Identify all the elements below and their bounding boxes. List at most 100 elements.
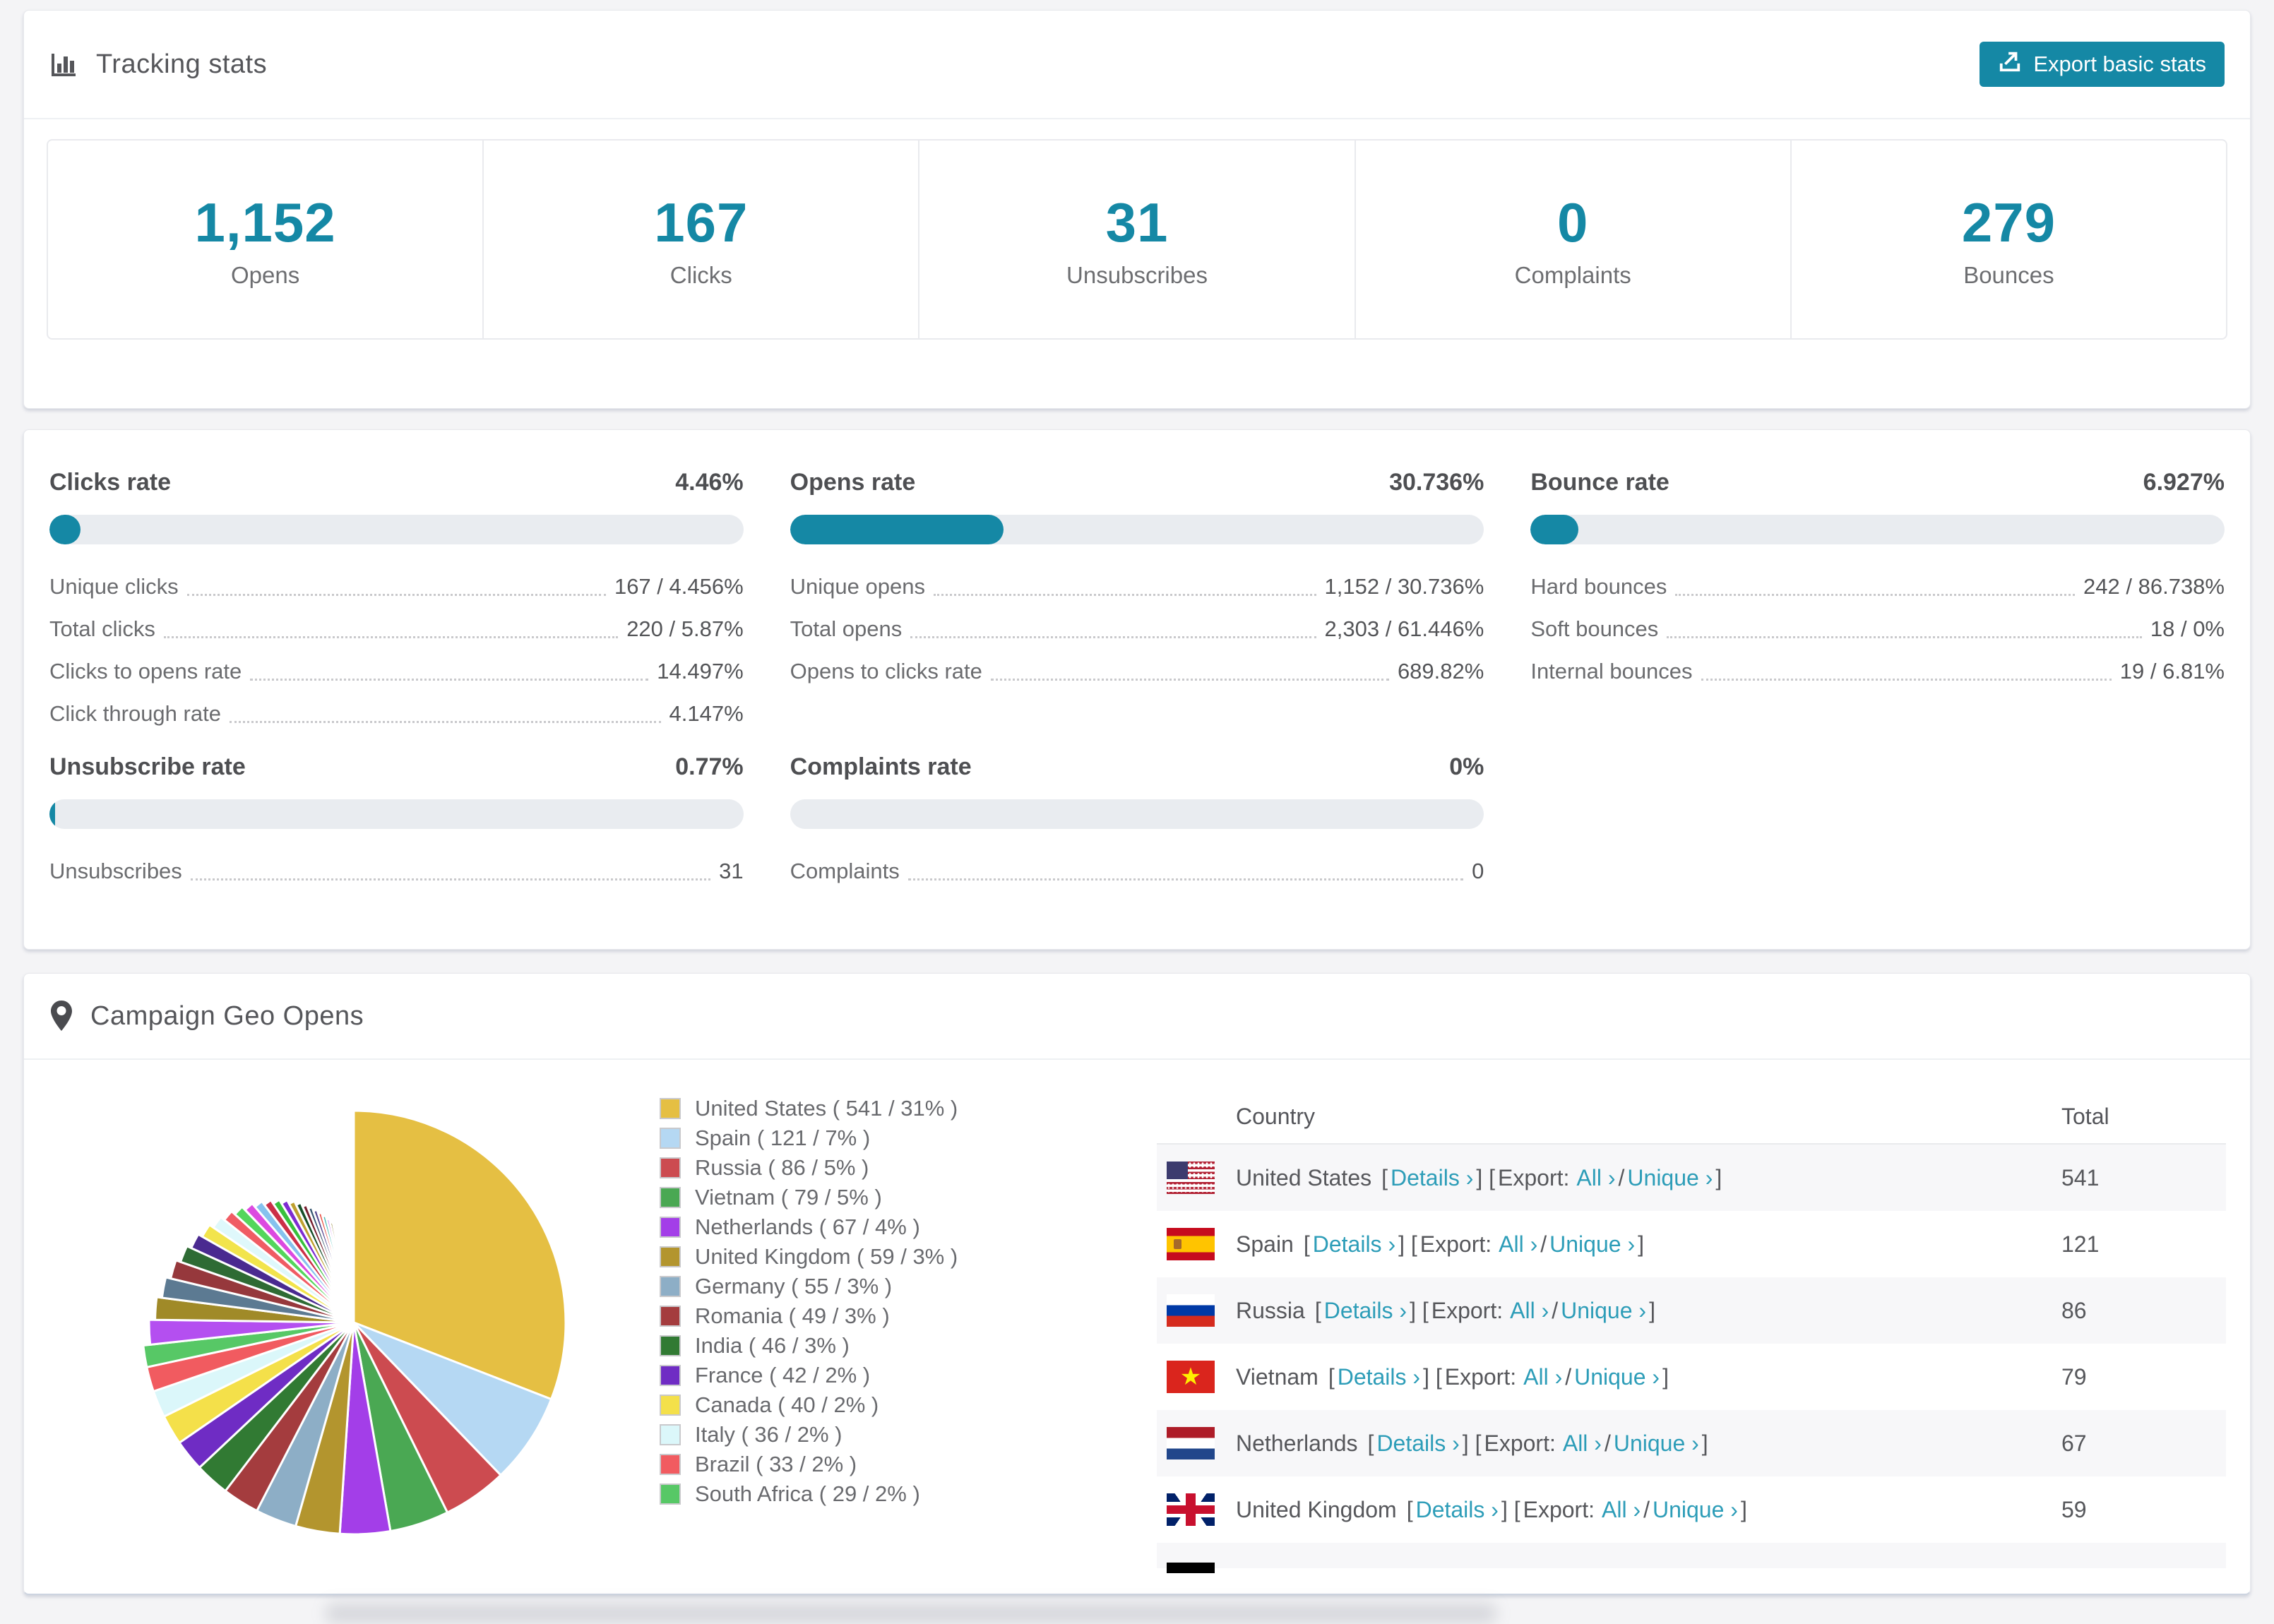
bracket: ] [: [1398, 1231, 1417, 1258]
legend-item[interactable]: India ( 46 / 3% ): [660, 1331, 1112, 1361]
stat-row-value: 2,303 / 61.446%: [1325, 616, 1484, 642]
opens-rate-value: 30.736%: [1389, 469, 1484, 496]
legend-label: Brazil ( 33 / 2% ): [695, 1452, 857, 1477]
stat-row-value: 1,152 / 30.736%: [1325, 574, 1484, 599]
export-unique-link[interactable]: Unique ›: [1614, 1431, 1699, 1457]
legend-swatch: [660, 1157, 681, 1178]
bracket: ]: [1741, 1497, 1747, 1523]
tracking-stats-card: Tracking stats Export basic stats 1,152 …: [23, 10, 2251, 409]
export-all-link[interactable]: All ›: [1563, 1431, 1602, 1457]
country-flag: [1167, 1162, 1215, 1194]
legend-swatch: [660, 1424, 681, 1445]
legend-swatch: [660, 1276, 681, 1297]
table-row: United States [ Details › ] [ Export: Al…: [1157, 1145, 2226, 1211]
stat-row-value: 689.82%: [1398, 659, 1484, 684]
legend-item[interactable]: Romania ( 49 / 3% ): [660, 1301, 1112, 1331]
legend-swatch: [660, 1365, 681, 1386]
table-row: Spain [ Details › ] [ Export: All › / Un…: [1157, 1211, 2226, 1277]
export-basic-stats-button[interactable]: Export basic stats: [1980, 42, 2225, 87]
legend-item[interactable]: Italy ( 36 / 2% ): [660, 1420, 1112, 1450]
export-all-link[interactable]: All ›: [1576, 1165, 1615, 1191]
legend-swatch: [660, 1128, 681, 1149]
bracket: ]: [1638, 1231, 1644, 1258]
slash-separator: /: [1540, 1231, 1547, 1258]
export-all-link[interactable]: All ›: [1499, 1231, 1537, 1258]
pie-legend: United States ( 541 / 31% ) Spain ( 121 …: [660, 1094, 1112, 1509]
export-label: Export:: [1498, 1165, 1569, 1191]
dashboard-page: Tracking stats Export basic stats 1,152 …: [0, 0, 2274, 1618]
legend-item[interactable]: Brazil ( 33 / 2% ): [660, 1450, 1112, 1479]
clicks-count: 167: [654, 191, 748, 255]
bounce-rate-title: Bounce rate: [1530, 469, 1669, 496]
legend-item[interactable]: South Africa ( 29 / 2% ): [660, 1479, 1112, 1509]
stat-row-leader: [934, 594, 1316, 596]
pie-chart: [107, 1068, 601, 1577]
legend-item[interactable]: France ( 42 / 2% ): [660, 1361, 1112, 1390]
country-flag: [1167, 1493, 1215, 1526]
details-link[interactable]: Details ›: [1416, 1497, 1499, 1523]
bracket: [: [1315, 1298, 1321, 1324]
stat-row-value: 242 / 86.738%: [2083, 574, 2225, 599]
country-name: Russia: [1236, 1298, 1305, 1324]
stat-row-value: 31: [719, 859, 743, 884]
stat-row-leader: [910, 636, 1316, 638]
legend-label: Russia ( 86 / 5% ): [695, 1155, 869, 1181]
opens-rate-title: Opens rate: [790, 469, 916, 496]
details-link[interactable]: Details ›: [1376, 1431, 1459, 1457]
opens-rate-section: Opens rate 30.736% Unique opens 1,152 / …: [790, 469, 1484, 735]
country-flag: [1167, 1361, 1215, 1393]
opens-count: 1,152: [195, 191, 336, 255]
legend-item[interactable]: United Kingdom ( 59 / 3% ): [660, 1242, 1112, 1272]
stat-row-leader: [908, 878, 1463, 880]
stat-row: Unique opens 1,152 / 30.736%: [790, 566, 1484, 608]
legend-label: United Kingdom ( 59 / 3% ): [695, 1244, 958, 1270]
legend-item[interactable]: United States ( 541 / 31% ): [660, 1094, 1112, 1123]
geo-table: Country Total United States [ Details › …: [1157, 1089, 2226, 1595]
unsubscribe-rate-section: Unsubscribe rate 0.77% Unsubscribes 31: [49, 753, 744, 892]
export-unique-link[interactable]: Unique ›: [1627, 1165, 1713, 1191]
legend-item[interactable]: Netherlands ( 67 / 4% ): [660, 1212, 1112, 1242]
country-name: United States: [1236, 1165, 1371, 1191]
details-link[interactable]: Details ›: [1313, 1231, 1395, 1258]
legend-item[interactable]: Spain ( 121 / 7% ): [660, 1123, 1112, 1153]
slash-separator: /: [1619, 1165, 1625, 1191]
geo-title: Campaign Geo Opens: [49, 1000, 364, 1032]
tracking-stats-header: Tracking stats Export basic stats: [24, 11, 2250, 119]
legend-label: Spain ( 121 / 7% ): [695, 1126, 870, 1151]
geo-table-header: Country Total: [1157, 1089, 2226, 1145]
unsubscribe-rate-value: 0.77%: [675, 753, 743, 781]
stat-row-leader: [1701, 679, 2112, 681]
rates-grid: Clicks rate 4.46% Unique clicks 167 / 4.…: [24, 430, 2250, 892]
details-link[interactable]: Details ›: [1324, 1298, 1407, 1324]
details-link[interactable]: Details ›: [1338, 1364, 1420, 1390]
country-name: United Kingdom: [1236, 1497, 1397, 1523]
legend-item[interactable]: Germany ( 55 / 3% ): [660, 1272, 1112, 1301]
export-all-link[interactable]: All ›: [1602, 1497, 1641, 1523]
bracket: ]: [1702, 1431, 1708, 1457]
export-unique-link[interactable]: Unique ›: [1549, 1231, 1635, 1258]
export-unique-link[interactable]: Unique ›: [1574, 1364, 1660, 1390]
complaints-rate-title: Complaints rate: [790, 753, 972, 781]
table-row: Russia [ Details › ] [ Export: All › / U…: [1157, 1277, 2226, 1344]
map-pin-icon: [49, 1000, 73, 1032]
bounce-rate-section: Bounce rate 6.927% Hard bounces 242 / 86…: [1530, 469, 2225, 735]
stat-row-label: Unsubscribes: [49, 859, 182, 884]
export-unique-link[interactable]: Unique ›: [1653, 1497, 1738, 1523]
stat-row-label: Internal bounces: [1530, 659, 1692, 684]
legend-item[interactable]: Russia ( 86 / 5% ): [660, 1153, 1112, 1183]
legend-swatch: [660, 1395, 681, 1416]
stat-row: Unique clicks 167 / 4.456%: [49, 566, 744, 608]
legend-item[interactable]: Vietnam ( 79 / 5% ): [660, 1183, 1112, 1212]
export-unique-link[interactable]: Unique ›: [1561, 1298, 1646, 1324]
legend-swatch: [660, 1483, 681, 1505]
legend-swatch: [660, 1246, 681, 1267]
legend-label: Vietnam ( 79 / 5% ): [695, 1185, 882, 1210]
details-link[interactable]: Details ›: [1391, 1165, 1473, 1191]
legend-item[interactable]: Canada ( 40 / 2% ): [660, 1390, 1112, 1420]
opens-rate-bar-fill: [790, 515, 1004, 544]
export-all-link[interactable]: All ›: [1523, 1364, 1562, 1390]
bounce-rate-rows: Hard bounces 242 / 86.738% Soft bounces …: [1530, 566, 2225, 693]
stat-row-leader: [191, 878, 710, 880]
export-all-link[interactable]: All ›: [1510, 1298, 1549, 1324]
country-flag: [1167, 1228, 1215, 1260]
